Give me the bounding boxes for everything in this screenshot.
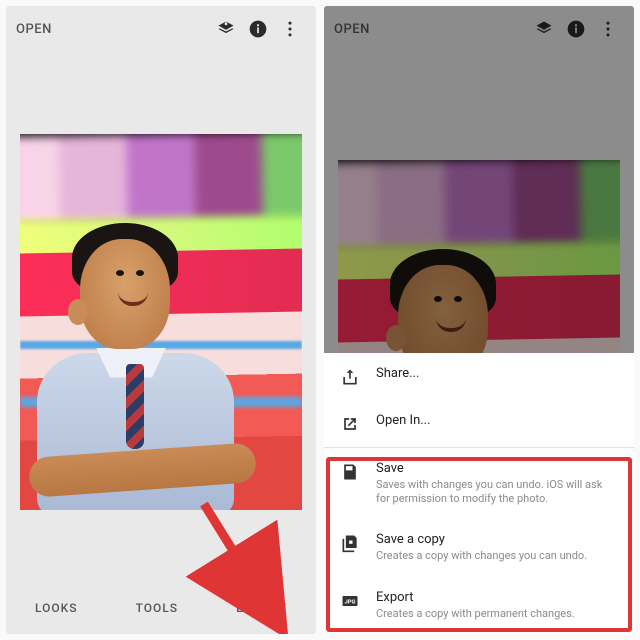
jpg-icon: JPG — [340, 591, 360, 611]
top-bar: OPEN — [6, 6, 316, 52]
save-icon — [340, 462, 360, 482]
phone-left: OPEN LOOKS — [6, 6, 316, 634]
share-icon — [340, 367, 360, 387]
sheet-item-sub: Creates a copy with changes you can undo… — [376, 549, 587, 563]
sheet-save-copy[interactable]: Save a copy Creates a copy with changes … — [324, 519, 634, 576]
layers-icon[interactable] — [210, 13, 242, 45]
export-sheet: Share... Open In... Save Saves with chan… — [324, 353, 634, 634]
save-copy-icon — [340, 533, 360, 553]
sheet-item-title: Export — [376, 590, 575, 605]
sheet-item-sub: Creates a copy with permanent changes. — [376, 607, 575, 621]
open-button[interactable]: OPEN — [16, 22, 52, 37]
open-in-icon — [340, 414, 360, 434]
sheet-item-title: Save a copy — [376, 532, 587, 547]
sheet-share[interactable]: Share... — [324, 353, 634, 400]
sheet-export[interactable]: JPG Export Creates a copy with permanent… — [324, 577, 634, 634]
info-icon[interactable] — [242, 13, 274, 45]
tab-looks[interactable]: LOOKS — [35, 601, 78, 615]
sheet-item-title: Open In... — [376, 413, 431, 428]
svg-text:JPG: JPG — [345, 599, 356, 605]
phone-right: OPEN — [324, 6, 634, 634]
sheet-item-sub: Saves with changes you can undo. iOS wil… — [376, 478, 618, 507]
tab-tools[interactable]: TOOLS — [136, 601, 178, 615]
edited-photo — [20, 134, 302, 510]
tab-export[interactable]: EXPORT — [236, 601, 287, 615]
more-icon[interactable] — [274, 13, 306, 45]
sheet-open-in[interactable]: Open In... — [324, 400, 634, 447]
bottom-tabs: LOOKS TOOLS EXPORT — [6, 582, 316, 634]
sheet-item-title: Save — [376, 461, 618, 476]
sheet-save[interactable]: Save Saves with changes you can undo. iO… — [324, 448, 634, 520]
photo-canvas[interactable] — [6, 52, 316, 582]
sheet-item-title: Share... — [376, 366, 419, 381]
